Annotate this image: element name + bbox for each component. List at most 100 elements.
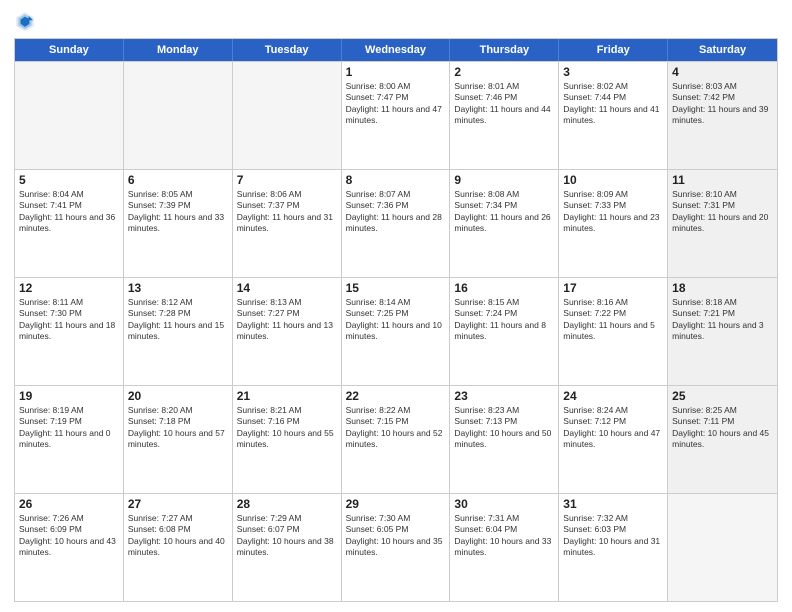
day-number: 15: [346, 281, 446, 295]
day-number: 1: [346, 65, 446, 79]
calendar-cell: 28Sunrise: 7:29 AM Sunset: 6:07 PM Dayli…: [233, 494, 342, 601]
cell-info: Sunrise: 8:08 AM Sunset: 7:34 PM Dayligh…: [454, 189, 554, 235]
calendar-cell: 24 Sunrise: 8:24 AM Sunset: 7:12 PM Dayli…: [559, 386, 668, 493]
weekday-header: Wednesday: [342, 39, 451, 61]
day-number: 13: [128, 281, 228, 295]
day-number: 27: [128, 497, 228, 511]
calendar-cell: 19Sunrise: 8:19 AM Sunset: 7:19 PM Dayli…: [15, 386, 124, 493]
weekday-header: Saturday: [668, 39, 777, 61]
day-number: 12: [19, 281, 119, 295]
cell-info: Sunrise: 8:20 AM Sunset: 7:18 PM Dayligh…: [128, 405, 228, 451]
calendar-cell: 31 Sunrise: 7:32 AM Sunset: 6:03 PM Dayli…: [559, 494, 668, 601]
calendar-cell: 21 Sunrise: 8:21 AM Sunset: 7:16 PM Dayli…: [233, 386, 342, 493]
day-number: 16: [454, 281, 554, 295]
day-number: 2: [454, 65, 554, 79]
calendar-cell: 17 Sunrise: 8:16 AM Sunset: 7:22 PM Dayli…: [559, 278, 668, 385]
day-number: 30: [454, 497, 554, 511]
calendar-cell: [668, 494, 777, 601]
page: SundayMondayTuesdayWednesdayThursdayFrid…: [0, 0, 792, 612]
day-number: 17: [563, 281, 663, 295]
calendar-cell: 30 Sunrise: 7:31 AM Sunset: 6:04 PM Dayli…: [450, 494, 559, 601]
day-number: 9: [454, 173, 554, 187]
day-number: 29: [346, 497, 446, 511]
day-number: 26: [19, 497, 119, 511]
cell-info: Sunrise: 7:29 AM Sunset: 6:07 PM Dayligh…: [237, 513, 337, 559]
logo: [14, 10, 40, 32]
day-number: 25: [672, 389, 773, 403]
cell-info: Sunrise: 8:04 AM Sunset: 7:41 PM Dayligh…: [19, 189, 119, 235]
day-number: 7: [237, 173, 337, 187]
cell-info: Sunrise: 8:12 AM Sunset: 7:28 PM Dayligh…: [128, 297, 228, 343]
header: [14, 10, 778, 32]
calendar-cell: [233, 62, 342, 169]
weekday-header: Friday: [559, 39, 668, 61]
day-number: 5: [19, 173, 119, 187]
calendar-cell: 6 Sunrise: 8:05 AM Sunset: 7:39 PM Daylig…: [124, 170, 233, 277]
day-number: 6: [128, 173, 228, 187]
calendar-row: 5 Sunrise: 8:04 AM Sunset: 7:41 PM Daylig…: [15, 169, 777, 277]
cell-info: Sunrise: 8:09 AM Sunset: 7:33 PM Dayligh…: [563, 189, 663, 235]
calendar-cell: 20Sunrise: 8:20 AM Sunset: 7:18 PM Dayli…: [124, 386, 233, 493]
day-number: 31: [563, 497, 663, 511]
cell-info: Sunrise: 8:05 AM Sunset: 7:39 PM Dayligh…: [128, 189, 228, 235]
cell-info: Sunrise: 7:32 AM Sunset: 6:03 PM Dayligh…: [563, 513, 663, 559]
cell-info: Sunrise: 8:13 AM Sunset: 7:27 PM Dayligh…: [237, 297, 337, 343]
cell-info: Sunrise: 7:27 AM Sunset: 6:08 PM Dayligh…: [128, 513, 228, 559]
cell-info: Sunrise: 8:07 AM Sunset: 7:36 PM Dayligh…: [346, 189, 446, 235]
cell-info: Sunrise: 7:31 AM Sunset: 6:04 PM Dayligh…: [454, 513, 554, 559]
calendar-cell: 11Sunrise: 8:10 AM Sunset: 7:31 PM Dayli…: [668, 170, 777, 277]
cell-info: Sunrise: 8:24 AM Sunset: 7:12 PM Dayligh…: [563, 405, 663, 451]
calendar-row: 26 Sunrise: 7:26 AM Sunset: 6:09 PM Dayli…: [15, 493, 777, 601]
day-number: 24: [563, 389, 663, 403]
calendar-row: 12Sunrise: 8:11 AM Sunset: 7:30 PM Dayli…: [15, 277, 777, 385]
day-number: 11: [672, 173, 773, 187]
day-number: 18: [672, 281, 773, 295]
calendar-cell: 5 Sunrise: 8:04 AM Sunset: 7:41 PM Daylig…: [15, 170, 124, 277]
calendar-row: 19Sunrise: 8:19 AM Sunset: 7:19 PM Dayli…: [15, 385, 777, 493]
calendar-cell: 13 Sunrise: 8:12 AM Sunset: 7:28 PM Dayli…: [124, 278, 233, 385]
day-number: 14: [237, 281, 337, 295]
cell-info: Sunrise: 7:26 AM Sunset: 6:09 PM Dayligh…: [19, 513, 119, 559]
cell-info: Sunrise: 8:14 AM Sunset: 7:25 PM Dayligh…: [346, 297, 446, 343]
cell-info: Sunrise: 8:15 AM Sunset: 7:24 PM Dayligh…: [454, 297, 554, 343]
cell-info: Sunrise: 8:25 AM Sunset: 7:11 PM Dayligh…: [672, 405, 773, 451]
calendar-cell: 1Sunrise: 8:00 AM Sunset: 7:47 PM Daylig…: [342, 62, 451, 169]
calendar-cell: 16 Sunrise: 8:15 AM Sunset: 7:24 PM Dayli…: [450, 278, 559, 385]
calendar-cell: [15, 62, 124, 169]
day-number: 10: [563, 173, 663, 187]
day-number: 4: [672, 65, 773, 79]
cell-info: Sunrise: 7:30 AM Sunset: 6:05 PM Dayligh…: [346, 513, 446, 559]
calendar-cell: 3Sunrise: 8:02 AM Sunset: 7:44 PM Daylig…: [559, 62, 668, 169]
cell-info: Sunrise: 8:16 AM Sunset: 7:22 PM Dayligh…: [563, 297, 663, 343]
calendar-cell: [124, 62, 233, 169]
day-number: 8: [346, 173, 446, 187]
weekday-header: Monday: [124, 39, 233, 61]
day-number: 22: [346, 389, 446, 403]
day-number: 21: [237, 389, 337, 403]
cell-info: Sunrise: 8:02 AM Sunset: 7:44 PM Dayligh…: [563, 81, 663, 127]
calendar-body: 1Sunrise: 8:00 AM Sunset: 7:47 PM Daylig…: [15, 61, 777, 601]
calendar-cell: 2 Sunrise: 8:01 AM Sunset: 7:46 PM Daylig…: [450, 62, 559, 169]
calendar-cell: 27 Sunrise: 7:27 AM Sunset: 6:08 PM Dayli…: [124, 494, 233, 601]
calendar-cell: 18 Sunrise: 8:18 AM Sunset: 7:21 PM Dayli…: [668, 278, 777, 385]
cell-info: Sunrise: 8:22 AM Sunset: 7:15 PM Dayligh…: [346, 405, 446, 451]
calendar-cell: 8 Sunrise: 8:07 AM Sunset: 7:36 PM Daylig…: [342, 170, 451, 277]
calendar-row: 1Sunrise: 8:00 AM Sunset: 7:47 PM Daylig…: [15, 61, 777, 169]
calendar-cell: 22 Sunrise: 8:22 AM Sunset: 7:15 PM Dayli…: [342, 386, 451, 493]
cell-info: Sunrise: 8:18 AM Sunset: 7:21 PM Dayligh…: [672, 297, 773, 343]
day-number: 23: [454, 389, 554, 403]
calendar-cell: 15 Sunrise: 8:14 AM Sunset: 7:25 PM Dayli…: [342, 278, 451, 385]
calendar-cell: 12Sunrise: 8:11 AM Sunset: 7:30 PM Dayli…: [15, 278, 124, 385]
calendar-cell: 10 Sunrise: 8:09 AM Sunset: 7:33 PM Dayli…: [559, 170, 668, 277]
calendar-cell: 23Sunrise: 8:23 AM Sunset: 7:13 PM Dayli…: [450, 386, 559, 493]
calendar-header: SundayMondayTuesdayWednesdayThursdayFrid…: [15, 39, 777, 61]
calendar-cell: 26 Sunrise: 7:26 AM Sunset: 6:09 PM Dayli…: [15, 494, 124, 601]
weekday-header: Sunday: [15, 39, 124, 61]
weekday-header: Tuesday: [233, 39, 342, 61]
cell-info: Sunrise: 8:06 AM Sunset: 7:37 PM Dayligh…: [237, 189, 337, 235]
calendar-cell: 25 Sunrise: 8:25 AM Sunset: 7:11 PM Dayli…: [668, 386, 777, 493]
cell-info: Sunrise: 8:01 AM Sunset: 7:46 PM Dayligh…: [454, 81, 554, 127]
calendar-cell: 4Sunrise: 8:03 AM Sunset: 7:42 PM Daylig…: [668, 62, 777, 169]
logo-icon: [14, 10, 36, 32]
cell-info: Sunrise: 8:21 AM Sunset: 7:16 PM Dayligh…: [237, 405, 337, 451]
